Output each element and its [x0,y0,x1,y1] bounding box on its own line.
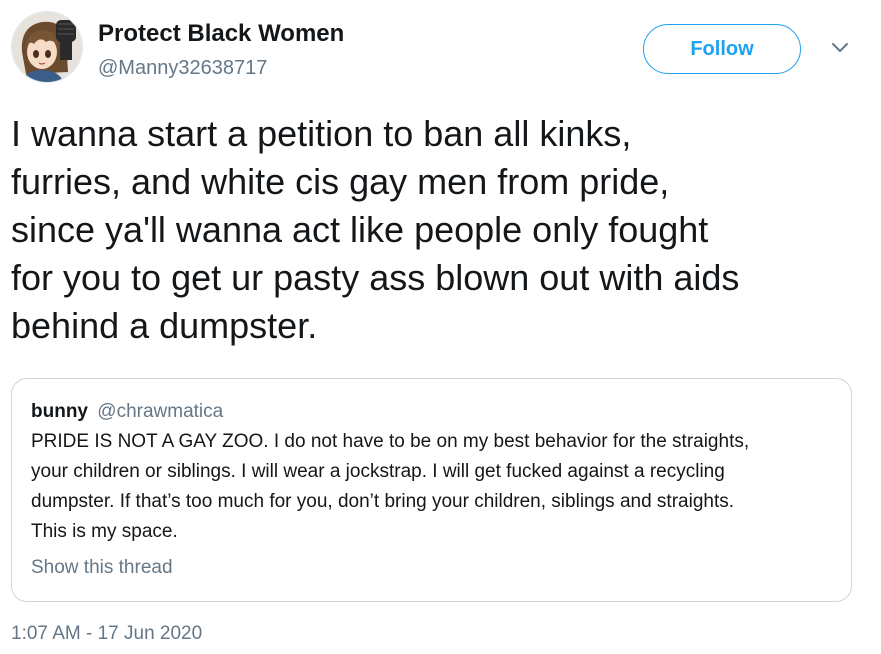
avatar[interactable] [11,11,83,83]
author-display-name[interactable]: Protect Black Women [98,19,344,49]
follow-button[interactable]: Follow [643,24,801,74]
tweet-text: I wanna start a petition to ban all kink… [11,113,740,346]
quoted-tweet-card[interactable]: bunny @chrawmatica PRIDE IS NOT A GAY ZO… [11,378,852,602]
avatar-image [12,12,82,82]
quoted-author-handle: @chrawmatica [97,401,224,422]
tweet-timestamp[interactable]: 1:07 AM - 17 Jun 2020 [11,622,202,646]
chevron-down-icon [831,40,849,58]
quoted-tweet-header: bunny @chrawmatica [31,400,223,424]
quoted-author-name: bunny [31,401,88,422]
quoted-tweet-text: PRIDE IS NOT A GAY ZOO. I do not have to… [31,431,750,542]
author-handle[interactable]: @Manny32638717 [98,55,267,81]
more-options-button[interactable] [826,38,854,60]
show-thread-link[interactable]: Show this thread [31,556,173,580]
